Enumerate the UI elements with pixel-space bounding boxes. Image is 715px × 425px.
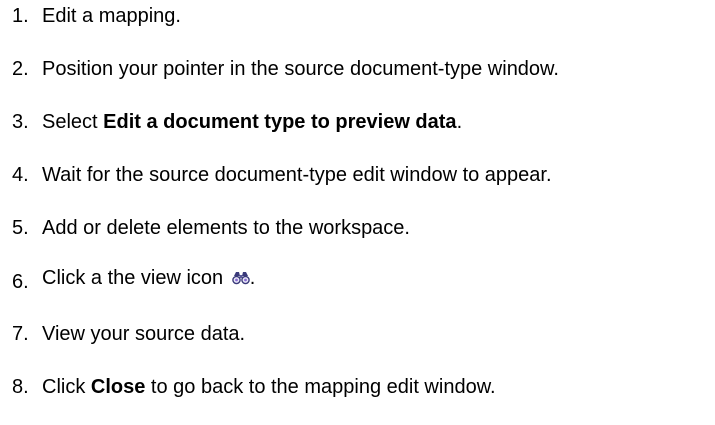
step-text-suffix: . [249, 267, 256, 289]
step-number: 6. [12, 271, 29, 293]
step-number: 7. [12, 323, 29, 345]
step-number: 3. [12, 111, 29, 133]
step-number: 2. [12, 58, 29, 80]
step-4: 4. Wait for the source document-type edit… [12, 163, 552, 187]
step-3: 3. Select Edit a document type to preview… [12, 110, 462, 134]
step-8: 8. Click Close to go back to the mapping … [12, 375, 496, 399]
step-text-prefix: Select [42, 111, 104, 133]
step-6: 6. Click a the view icon . [12, 266, 256, 293]
step-text: Add or delete elements to the workspace. [42, 217, 410, 239]
step-text: Wait for the source document-type edit w… [42, 164, 552, 186]
step-text: Position your pointer in the source docu… [42, 58, 559, 80]
step-text-suffix: to go back to the mapping edit window. [145, 376, 496, 398]
step-1: 1. Edit a mapping. [12, 4, 181, 28]
step-number: 1. [12, 5, 29, 27]
step-number: 4. [12, 164, 29, 186]
step-text-prefix: Click a the view icon [42, 267, 229, 289]
step-number: 5. [12, 217, 29, 239]
step-text: View your source data. [42, 323, 246, 345]
step-number: 8. [12, 376, 29, 398]
step-text-suffix: . [456, 111, 463, 133]
procedure-steps: 1. Edit a mapping. 2. Position your pointe… [0, 0, 715, 425]
step-7: 7. View your source data. [12, 322, 245, 346]
step-text-prefix: Click [42, 376, 91, 398]
step-5: 5. Add or delete elements to the workspac… [12, 216, 410, 240]
close-button-label: Close [90, 376, 146, 398]
step-2: 2. Position your pointer in the source do… [12, 57, 559, 81]
menu-command-label: Edit a document type to preview data [103, 111, 457, 133]
step-text: Edit a mapping. [42, 5, 181, 27]
binoculars-icon [231, 267, 250, 285]
